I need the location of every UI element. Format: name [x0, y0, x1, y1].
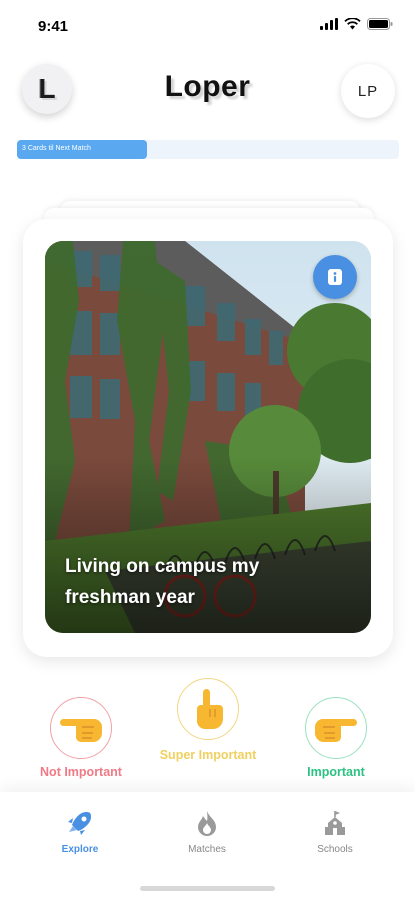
not-important-label: Not Important	[40, 765, 122, 779]
cellular-signal-icon	[320, 18, 338, 30]
not-important-button[interactable]	[50, 697, 112, 759]
match-progress-fill: 3 Cards til Next Match	[17, 140, 147, 159]
tab-schools[interactable]: Schools	[285, 808, 385, 855]
tab-matches-label: Matches	[188, 844, 226, 855]
profile-avatar-button[interactable]: LP	[341, 64, 395, 118]
flame-icon	[192, 808, 222, 838]
app-header: L Loper LP	[0, 60, 415, 122]
card-caption: Living on campus my freshman year	[65, 556, 260, 608]
tab-explore[interactable]: Explore	[30, 808, 130, 855]
super-important-button[interactable]	[177, 678, 239, 740]
rocket-icon	[65, 808, 95, 838]
important-action: Important	[283, 697, 389, 779]
status-bar: 9:41	[0, 0, 415, 54]
super-important-action: Super Important	[148, 678, 268, 762]
status-time: 9:41	[38, 18, 69, 35]
finger-pointing-up-icon	[197, 689, 223, 729]
tab-schools-label: Schools	[317, 844, 353, 855]
tab-explore-label: Explore	[61, 844, 99, 855]
bottom-tab-bar: Explore Matches Schools	[0, 792, 415, 900]
important-button[interactable]	[305, 697, 367, 759]
home-indicator[interactable]	[140, 886, 275, 891]
match-progress-bar: 3 Cards til Next Match	[17, 140, 399, 159]
swipe-card[interactable]: Living on campus my freshman year	[23, 219, 393, 657]
tab-matches[interactable]: Matches	[157, 808, 257, 855]
info-button[interactable]	[313, 255, 357, 299]
super-important-label: Super Important	[159, 748, 257, 762]
campus-photo: Living on campus my freshman year	[45, 241, 371, 633]
finger-pointing-right-icon	[315, 719, 357, 742]
school-building-icon	[320, 808, 350, 838]
wifi-icon	[344, 18, 361, 30]
battery-icon	[367, 18, 393, 30]
match-progress-label: 3 Cards til Next Match	[22, 145, 91, 152]
important-label: Important	[307, 765, 365, 779]
not-important-action: Not Important	[28, 697, 134, 779]
info-icon	[328, 269, 342, 285]
finger-pointing-left-icon	[60, 719, 102, 742]
status-icons	[320, 18, 393, 30]
avatar-initials: LP	[357, 82, 379, 100]
